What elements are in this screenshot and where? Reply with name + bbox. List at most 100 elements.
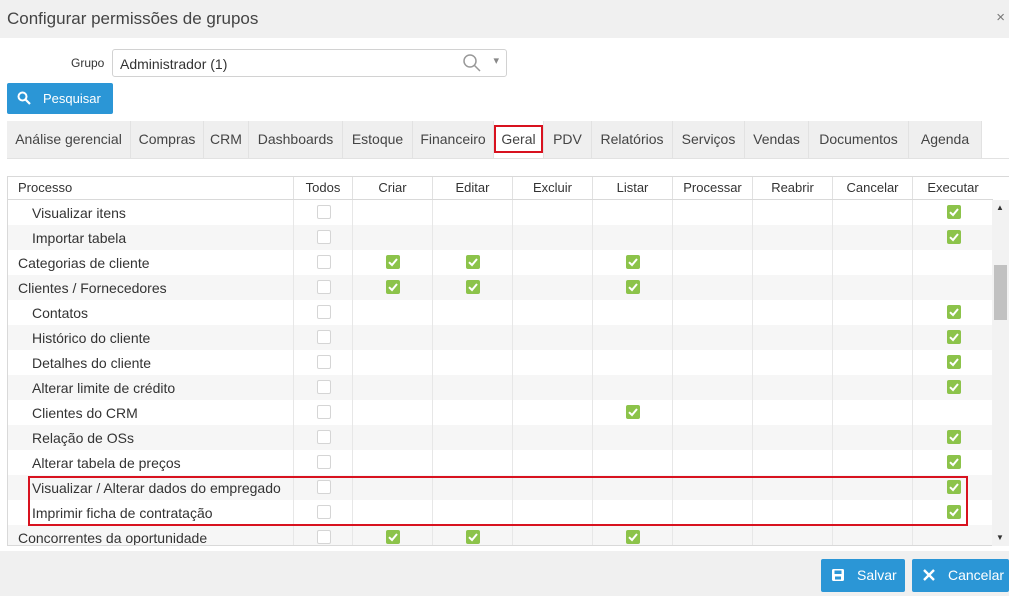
permission-cell [512, 225, 592, 250]
permission-cell [672, 350, 752, 375]
checkbox-unchecked[interactable] [317, 255, 331, 269]
tab-geral[interactable]: Geral [494, 121, 544, 158]
tab-agenda[interactable]: Agenda [909, 121, 982, 158]
tab-relat-rios[interactable]: Relatórios [592, 121, 673, 158]
scroll-up-icon[interactable]: ▲ [996, 203, 1004, 212]
checkbox-unchecked[interactable] [317, 380, 331, 394]
permission-cell [912, 475, 993, 500]
checkbox-checked[interactable] [947, 505, 961, 519]
checkbox-checked[interactable] [626, 280, 640, 294]
permission-cell [752, 350, 832, 375]
checkbox-checked[interactable] [626, 405, 640, 419]
pesquisar-button[interactable]: Pesquisar [7, 83, 113, 114]
permission-cell [293, 400, 352, 425]
table-row: Clientes do CRM [8, 400, 993, 425]
permission-cell [832, 450, 912, 475]
checkbox-checked[interactable] [466, 530, 480, 544]
permission-cell [352, 525, 432, 545]
checkbox-unchecked[interactable] [317, 455, 331, 469]
checkbox-checked[interactable] [947, 380, 961, 394]
tab-servi-os[interactable]: Serviços [673, 121, 745, 158]
tabs-divider [7, 158, 1009, 159]
checkbox-unchecked[interactable] [317, 430, 331, 444]
checkbox-unchecked[interactable] [317, 530, 331, 544]
tab-pdv[interactable]: PDV [544, 121, 592, 158]
cancel-button[interactable]: Cancelar [912, 559, 1009, 592]
checkbox-checked[interactable] [466, 255, 480, 269]
vertical-scrollbar[interactable]: ▲ ▼ [992, 200, 1009, 546]
tab-vendas[interactable]: Vendas [745, 121, 809, 158]
checkbox-checked[interactable] [626, 530, 640, 544]
table-row: Detalhes do cliente [8, 350, 993, 375]
permission-cell [672, 325, 752, 350]
tab-documentos[interactable]: Documentos [809, 121, 909, 158]
permission-cell [832, 400, 912, 425]
checkbox-checked[interactable] [466, 280, 480, 294]
process-name: Alterar tabela de preços [32, 455, 181, 471]
tab-dashboards[interactable]: Dashboards [249, 121, 343, 158]
checkbox-checked[interactable] [386, 255, 400, 269]
checkbox-checked[interactable] [947, 480, 961, 494]
search-icon[interactable] [462, 53, 482, 73]
tab-crm[interactable]: CRM [204, 121, 249, 158]
checkbox-checked[interactable] [386, 280, 400, 294]
checkbox-unchecked[interactable] [317, 305, 331, 319]
checkbox-checked[interactable] [947, 330, 961, 344]
save-button[interactable]: Salvar [821, 559, 905, 592]
permission-cell [752, 475, 832, 500]
process-cell: Clientes / Fornecedores [8, 275, 293, 300]
permission-cell [293, 275, 352, 300]
permission-cell [912, 300, 993, 325]
permission-cell [592, 325, 672, 350]
checkbox-checked[interactable] [626, 255, 640, 269]
permission-cell [672, 275, 752, 300]
permission-cell [832, 475, 912, 500]
permission-cell [432, 325, 512, 350]
tab-label: Análise gerencial [15, 131, 122, 147]
checkbox-checked[interactable] [947, 205, 961, 219]
checkbox-unchecked[interactable] [317, 205, 331, 219]
checkbox-checked[interactable] [386, 530, 400, 544]
tab-label: Dashboards [257, 131, 334, 147]
checkbox-checked[interactable] [947, 305, 961, 319]
permission-cell [672, 525, 752, 545]
scroll-down-icon[interactable]: ▼ [996, 533, 1004, 542]
chevron-down-icon[interactable]: ▾ [493, 54, 499, 67]
checkbox-unchecked[interactable] [317, 505, 331, 519]
permission-cell [752, 225, 832, 250]
permission-cell [352, 375, 432, 400]
close-icon[interactable]: × [996, 9, 1005, 26]
tab-label: Estoque [351, 131, 404, 147]
permission-cell [752, 450, 832, 475]
scroll-thumb[interactable] [994, 265, 1007, 320]
column-header-excluir: Excluir [512, 177, 592, 199]
permission-cell [512, 200, 592, 225]
checkbox-checked[interactable] [947, 455, 961, 469]
permission-cell [832, 225, 912, 250]
checkbox-unchecked[interactable] [317, 480, 331, 494]
checkbox-unchecked[interactable] [317, 230, 331, 244]
tab-estoque[interactable]: Estoque [343, 121, 413, 158]
permission-cell [832, 500, 912, 525]
permission-cell [512, 350, 592, 375]
checkbox-unchecked[interactable] [317, 405, 331, 419]
checkbox-unchecked[interactable] [317, 355, 331, 369]
process-name: Visualizar / Alterar dados do empregado [32, 480, 281, 496]
permission-cell [432, 250, 512, 275]
tab-label: Geral [494, 125, 543, 153]
process-cell: Imprimir ficha de contratação [8, 500, 293, 525]
tab-financeiro[interactable]: Financeiro [413, 121, 494, 158]
checkbox-checked[interactable] [947, 355, 961, 369]
column-header-cancelar: Cancelar [832, 177, 912, 199]
checkbox-checked[interactable] [947, 230, 961, 244]
column-header-todos: Todos [293, 177, 352, 199]
permission-cell [432, 450, 512, 475]
dialog-title: Configurar permissões de grupos [7, 9, 259, 28]
checkbox-checked[interactable] [947, 430, 961, 444]
tab-an-lise-gerencial[interactable]: Análise gerencial [7, 121, 131, 158]
grupo-select[interactable]: Administrador (1) ▾ [112, 49, 507, 77]
permission-cell [912, 275, 993, 300]
tab-compras[interactable]: Compras [131, 121, 204, 158]
checkbox-unchecked[interactable] [317, 330, 331, 344]
checkbox-unchecked[interactable] [317, 280, 331, 294]
